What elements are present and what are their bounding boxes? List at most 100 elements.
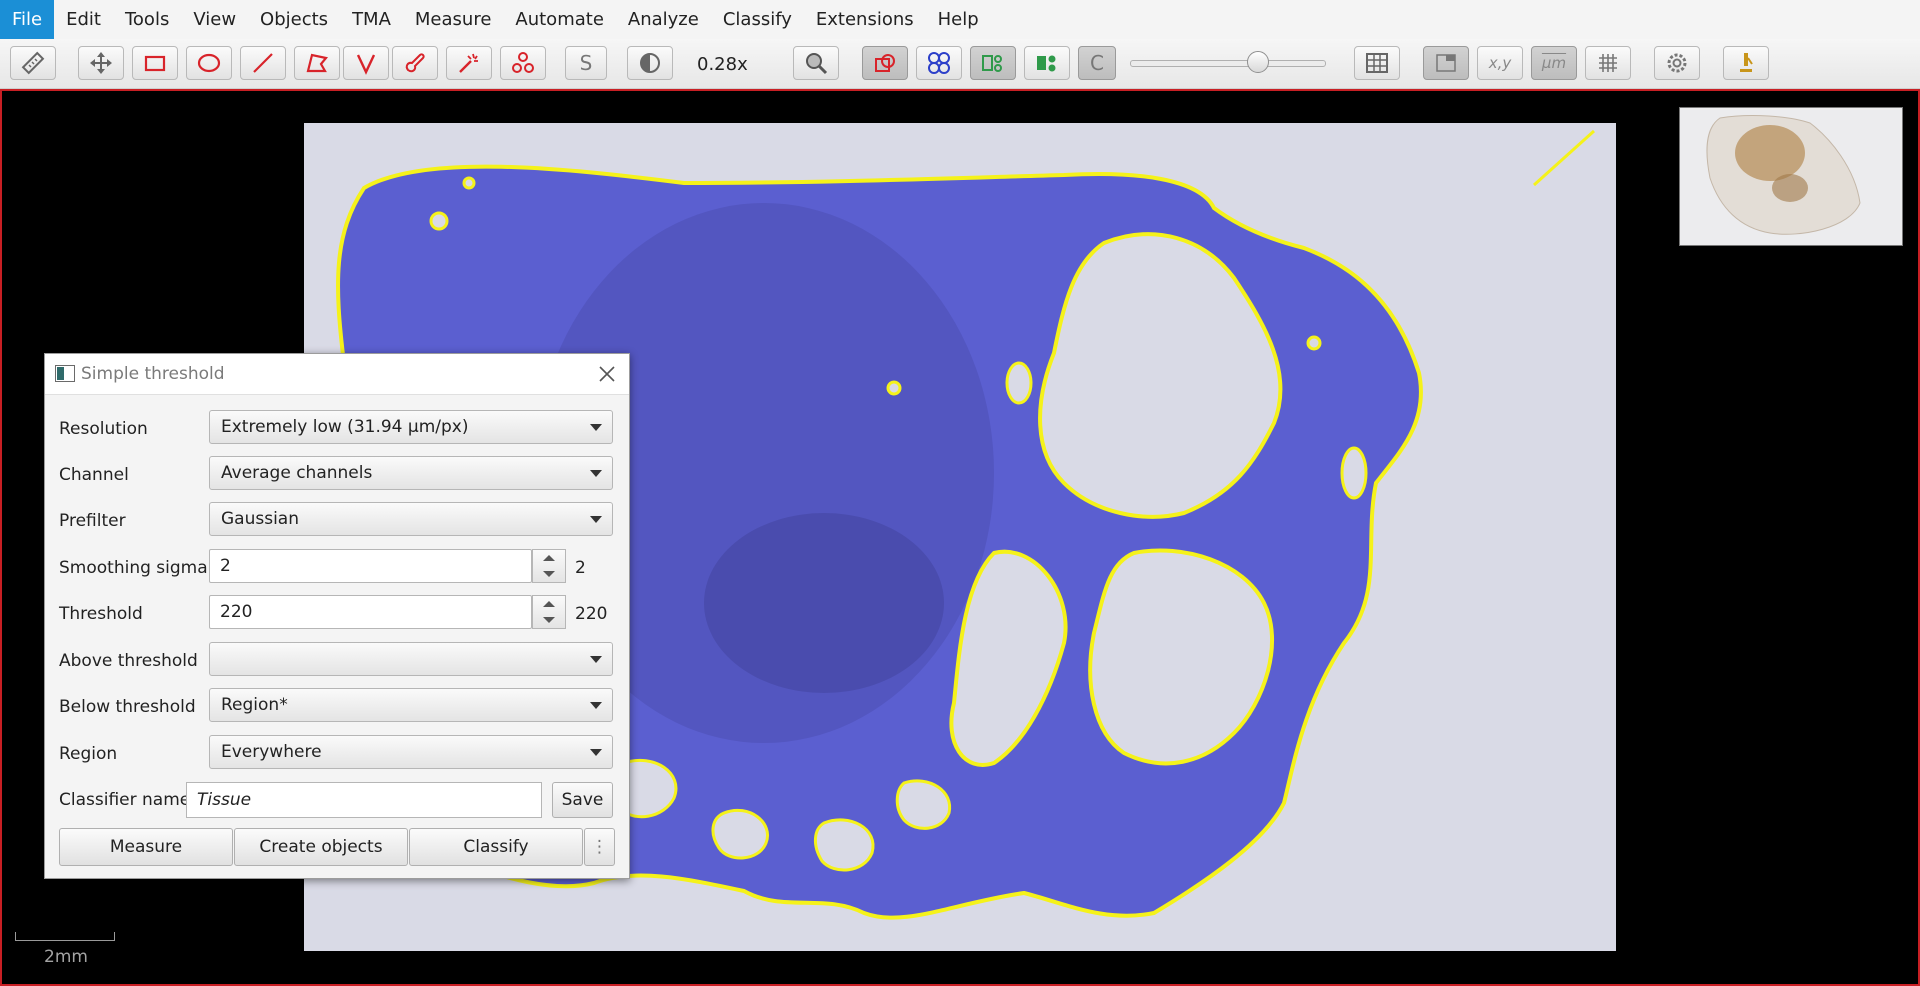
location-icon: x,y (1488, 54, 1512, 72)
brush-icon (405, 53, 425, 73)
resolution-dropdown[interactable]: Extremely low (31.94 µm/px) (209, 410, 613, 444)
line-tool-button[interactable] (240, 46, 286, 80)
stepper-down-icon[interactable] (543, 617, 555, 623)
opacity-slider-track[interactable] (1130, 60, 1326, 67)
ruler-icon (21, 51, 45, 75)
chevron-down-icon (590, 749, 602, 756)
menu-file[interactable]: File (0, 0, 55, 39)
brightness-contrast-icon (640, 53, 660, 73)
smoothing-sigma-stepper[interactable] (532, 549, 566, 583)
polyline-tool-button[interactable] (343, 46, 389, 80)
ruler-button[interactable] (10, 46, 56, 80)
dialog-titlebar[interactable]: Simple threshold (45, 354, 629, 395)
move-tool-button[interactable] (78, 46, 124, 80)
selection-mode-icon: S (579, 51, 593, 75)
threshold-label: Threshold (59, 604, 143, 624)
zoom-to-fit-icon (806, 53, 828, 75)
preferences-icon (1667, 53, 1687, 73)
menu-bar: File Edit Tools View Objects TMA Measure… (0, 0, 1920, 39)
measurement-table-button[interactable] (1354, 46, 1400, 80)
rectangle-icon (144, 55, 166, 72)
ellipse-tool-button[interactable] (186, 46, 232, 80)
wand-icon (459, 53, 478, 73)
overview-image (1680, 108, 1902, 245)
classifier-name-input[interactable]: Tissue (186, 782, 542, 818)
region-label: Region (59, 744, 118, 764)
show-tma-grid-icon (928, 52, 950, 74)
zoom-to-fit-button[interactable] (793, 46, 839, 80)
chevron-down-icon (590, 702, 602, 709)
menu-help[interactable]: Help (926, 0, 991, 39)
region-dropdown[interactable]: Everywhere (209, 735, 613, 769)
chevron-down-icon (590, 470, 602, 477)
prefilter-dropdown[interactable]: Gaussian (209, 502, 613, 536)
scalebar-label: 2mm (44, 947, 88, 967)
overview-icon (1436, 54, 1456, 72)
wand-tool-button[interactable] (446, 46, 492, 80)
region-value: Everywhere (221, 742, 322, 762)
close-icon[interactable] (595, 362, 619, 386)
menu-objects[interactable]: Objects (248, 0, 340, 39)
menu-extensions[interactable]: Extensions (804, 0, 926, 39)
app-icon (55, 365, 75, 382)
show-annotations-button[interactable] (862, 46, 908, 80)
menu-analyze[interactable]: Analyze (616, 0, 711, 39)
below-threshold-dropdown[interactable]: Region* (209, 688, 613, 722)
show-detections-button[interactable] (970, 46, 1016, 80)
above-threshold-dropdown[interactable] (209, 642, 613, 676)
channel-value: Average channels (221, 463, 373, 483)
selection-mode-button[interactable]: S (565, 46, 607, 80)
scalebar-button[interactable]: µm (1531, 46, 1577, 80)
menu-classify[interactable]: Classify (711, 0, 804, 39)
log-button[interactable] (1723, 46, 1769, 80)
points-tool-button[interactable] (500, 46, 546, 80)
rectangle-tool-button[interactable] (132, 46, 178, 80)
stepper-up-icon[interactable] (543, 601, 555, 607)
menu-tma[interactable]: TMA (340, 0, 403, 39)
fill-detections-button[interactable] (1024, 46, 1070, 80)
overview-thumbnail[interactable] (1679, 107, 1903, 246)
dialog-title: Simple threshold (81, 364, 225, 384)
log-icon (1740, 53, 1753, 72)
stepper-up-icon[interactable] (543, 555, 555, 561)
more-options-button[interactable]: ⋮ (584, 828, 615, 866)
location-button[interactable]: x,y (1477, 46, 1523, 80)
overview-button[interactable] (1423, 46, 1469, 80)
threshold-input[interactable]: 220 (209, 595, 532, 629)
menu-measure[interactable]: Measure (403, 0, 504, 39)
chevron-down-icon (590, 656, 602, 663)
brush-tool-button[interactable] (392, 46, 438, 80)
menu-view[interactable]: View (181, 0, 248, 39)
threshold-stepper[interactable] (532, 595, 566, 629)
channel-label: Channel (59, 465, 129, 485)
menu-automate[interactable]: Automate (503, 0, 616, 39)
show-detections-icon (982, 55, 1002, 72)
prefilter-label: Prefilter (59, 511, 126, 531)
show-annotations-icon (875, 54, 895, 72)
show-tma-grid-button[interactable] (916, 46, 962, 80)
measure-button[interactable]: Measure (59, 828, 233, 866)
create-objects-button[interactable]: Create objects (234, 828, 408, 866)
simple-threshold-dialog: Simple threshold Resolution Extremely lo… (44, 353, 630, 879)
resolution-label: Resolution (59, 419, 148, 439)
fill-detections-icon (1037, 55, 1056, 72)
prefilter-value: Gaussian (221, 509, 299, 529)
channel-dropdown[interactable]: Average channels (209, 456, 613, 490)
grid-button[interactable] (1585, 46, 1631, 80)
brightness-contrast-button[interactable] (627, 46, 673, 80)
save-button[interactable]: Save (552, 782, 613, 818)
menu-tools[interactable]: Tools (113, 0, 181, 39)
show-pixel-classification-button[interactable]: C (1078, 46, 1116, 80)
preferences-button[interactable] (1654, 46, 1700, 80)
toolbar: S 0.28x C x,y µm (0, 39, 1920, 89)
smoothing-sigma-input[interactable]: 2 (209, 549, 532, 583)
opacity-slider-thumb[interactable] (1247, 51, 1269, 73)
menu-edit[interactable]: Edit (54, 0, 113, 39)
line-icon (253, 53, 273, 73)
polygon-tool-button[interactable] (294, 46, 340, 80)
classify-button[interactable]: Classify (409, 828, 583, 866)
show-pixel-classification-icon: C (1090, 51, 1104, 75)
below-threshold-label: Below threshold (59, 697, 196, 717)
stepper-down-icon[interactable] (543, 571, 555, 577)
scalebar (15, 932, 115, 941)
